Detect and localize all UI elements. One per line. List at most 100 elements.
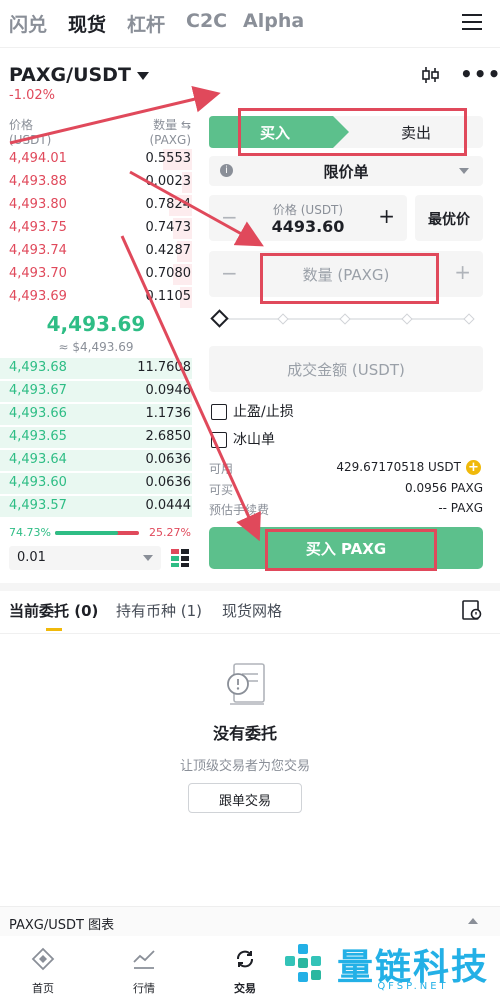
- copy-trading-button[interactable]: 跟单交易: [188, 783, 302, 813]
- ask-qty: 0.7080: [145, 266, 192, 281]
- chevron-up-icon: [468, 918, 478, 924]
- bid-price: 4,493.57: [9, 498, 67, 513]
- tp-sl-label: 止盈/止损: [233, 404, 294, 420]
- ask-row[interactable]: 4,494.01 0.5553: [0, 148, 192, 171]
- can-buy-label: 可买: [209, 483, 234, 497]
- available-label: 可用: [209, 462, 234, 476]
- bid-qty: 0.0444: [145, 498, 192, 513]
- bid-row[interactable]: 4,493.67 0.0946: [0, 380, 192, 403]
- chart-bar-label: PAXG/USDT 图表: [9, 918, 115, 933]
- tp-sl-checkbox[interactable]: 止盈/止损: [211, 401, 294, 421]
- fee-label: 预估手续费: [209, 503, 270, 517]
- ratio-bar-buy: [55, 531, 118, 535]
- caret-down-icon: [136, 71, 149, 80]
- quantity-placeholder: 数量 (PAXG): [302, 266, 390, 284]
- precision-select[interactable]: 0.01: [9, 546, 161, 570]
- can-buy-value: 0.0956 PAXG: [405, 481, 483, 495]
- more-icon[interactable]: •••: [460, 62, 500, 86]
- bid-qty: 0.0636: [145, 452, 192, 467]
- bid-row[interactable]: 4,493.66 1.1736: [0, 403, 192, 426]
- markets-icon[interactable]: [132, 947, 156, 971]
- quantity-input[interactable]: − 数量 (PAXG) +: [209, 251, 483, 297]
- active-tab-indicator: [46, 628, 62, 631]
- tab-open-orders[interactable]: 当前委托 (0): [9, 600, 98, 621]
- best-price-button[interactable]: 最优价: [415, 195, 483, 241]
- ob-qty-header: 数量 ⇆ (PAXG): [149, 118, 191, 147]
- sell-ratio: 25.27%: [149, 526, 191, 539]
- home-icon[interactable]: [31, 947, 55, 971]
- tab-alpha[interactable]: Alpha: [243, 10, 304, 32]
- ask-price: 4,493.69: [9, 289, 67, 304]
- precision-value: 0.01: [17, 550, 46, 565]
- pair-symbol: PAXG/USDT: [9, 64, 131, 86]
- tab-c2c[interactable]: C2C: [186, 10, 227, 32]
- bid-qty: 0.0636: [145, 475, 192, 490]
- ask-qty: 0.1105: [145, 289, 192, 304]
- buy-submit-button[interactable]: 买入 PAXG: [209, 527, 483, 569]
- slider-tick-100[interactable]: [463, 313, 475, 325]
- ask-qty: 0.4287: [145, 243, 192, 258]
- ask-price: 4,493.74: [9, 243, 67, 258]
- plus-icon[interactable]: +: [454, 260, 471, 284]
- ask-price: 4,493.75: [9, 220, 67, 235]
- ask-row[interactable]: 4,493.88 0.0023: [0, 171, 192, 194]
- nav-home[interactable]: 首页: [13, 980, 73, 996]
- slider-tick-50[interactable]: [339, 313, 351, 325]
- add-funds-icon[interactable]: +: [466, 460, 481, 475]
- pair-selector[interactable]: PAXG/USDT: [9, 64, 149, 86]
- checkbox-icon: [211, 404, 227, 420]
- sell-tab[interactable]: 卖出: [349, 122, 483, 143]
- chevron-down-icon: [459, 168, 469, 174]
- ask-price: 4,493.70: [9, 266, 67, 281]
- bid-price: 4,493.66: [9, 406, 67, 421]
- bid-qty: 11.7608: [137, 360, 191, 375]
- slider-tick-25[interactable]: [277, 313, 289, 325]
- bid-qty: 0.0946: [145, 383, 192, 398]
- bid-row[interactable]: 4,493.68 11.7608: [0, 357, 192, 380]
- copy-trading-label: 跟单交易: [218, 794, 271, 809]
- ask-qty: 0.7824: [145, 197, 192, 212]
- amount-placeholder: 成交金额 (USDT): [287, 361, 405, 379]
- tab-flash-swap[interactable]: 闪兑: [9, 10, 47, 37]
- last-price[interactable]: 4,493.69: [0, 312, 192, 336]
- bid-row[interactable]: 4,493.57 0.0444: [0, 495, 192, 518]
- price-input[interactable]: − 价格 (USDT) 4493.60 +: [209, 195, 407, 241]
- chevron-down-icon: [143, 555, 153, 561]
- orderbook-layout-icon[interactable]: [170, 548, 190, 568]
- buy-tab[interactable]: 买入: [209, 122, 341, 143]
- tab-spot-grid[interactable]: 现货网格: [222, 600, 282, 621]
- bid-row[interactable]: 4,493.64 0.0636: [0, 449, 192, 472]
- ask-qty: 0.7473: [145, 220, 192, 235]
- ask-row[interactable]: 4,493.80 0.7824: [0, 194, 192, 217]
- order-type-select[interactable]: i 限价单: [209, 156, 483, 186]
- bid-qty: 2.6850: [145, 429, 192, 444]
- bid-row[interactable]: 4,493.65 2.6850: [0, 426, 192, 449]
- ask-row[interactable]: 4,493.69 0.1105: [0, 286, 192, 309]
- plus-icon[interactable]: +: [378, 204, 395, 228]
- chart-bar[interactable]: PAXG/USDT 图表: [0, 906, 500, 936]
- menu-icon[interactable]: [462, 14, 482, 32]
- tabs-underline: [0, 633, 500, 634]
- iceberg-label: 冰山单: [233, 432, 275, 448]
- ask-row[interactable]: 4,493.70 0.7080: [0, 263, 192, 286]
- ask-qty: 0.5553: [145, 151, 192, 166]
- nav-trade[interactable]: 交易: [215, 980, 275, 996]
- trade-icon[interactable]: [233, 947, 257, 971]
- iceberg-checkbox[interactable]: 冰山单: [211, 429, 275, 449]
- ask-row[interactable]: 4,493.74 0.4287: [0, 240, 192, 263]
- best-price-label: 最优价: [428, 212, 470, 228]
- candlestick-icon[interactable]: [420, 65, 440, 85]
- bid-row[interactable]: 4,493.60 0.0636: [0, 472, 192, 495]
- ask-row[interactable]: 4,493.75 0.7473: [0, 217, 192, 240]
- buy-submit-label: 买入 PAXG: [305, 540, 387, 558]
- tab-margin[interactable]: 杠杆: [127, 10, 165, 37]
- tab-holdings[interactable]: 持有币种 (1): [116, 600, 202, 621]
- empty-title: 没有委托: [212, 724, 277, 743]
- slider-handle[interactable]: [210, 309, 229, 328]
- order-history-icon[interactable]: [461, 599, 483, 621]
- nav-markets[interactable]: 行情: [114, 980, 174, 996]
- amount-input[interactable]: 成交金额 (USDT): [209, 346, 483, 392]
- tab-spot[interactable]: 现货: [68, 10, 106, 37]
- slider-tick-75[interactable]: [401, 313, 413, 325]
- ask-list: 4,494.01 0.5553 4,493.88 0.0023 4,493.80 0.78…: [0, 148, 192, 310]
